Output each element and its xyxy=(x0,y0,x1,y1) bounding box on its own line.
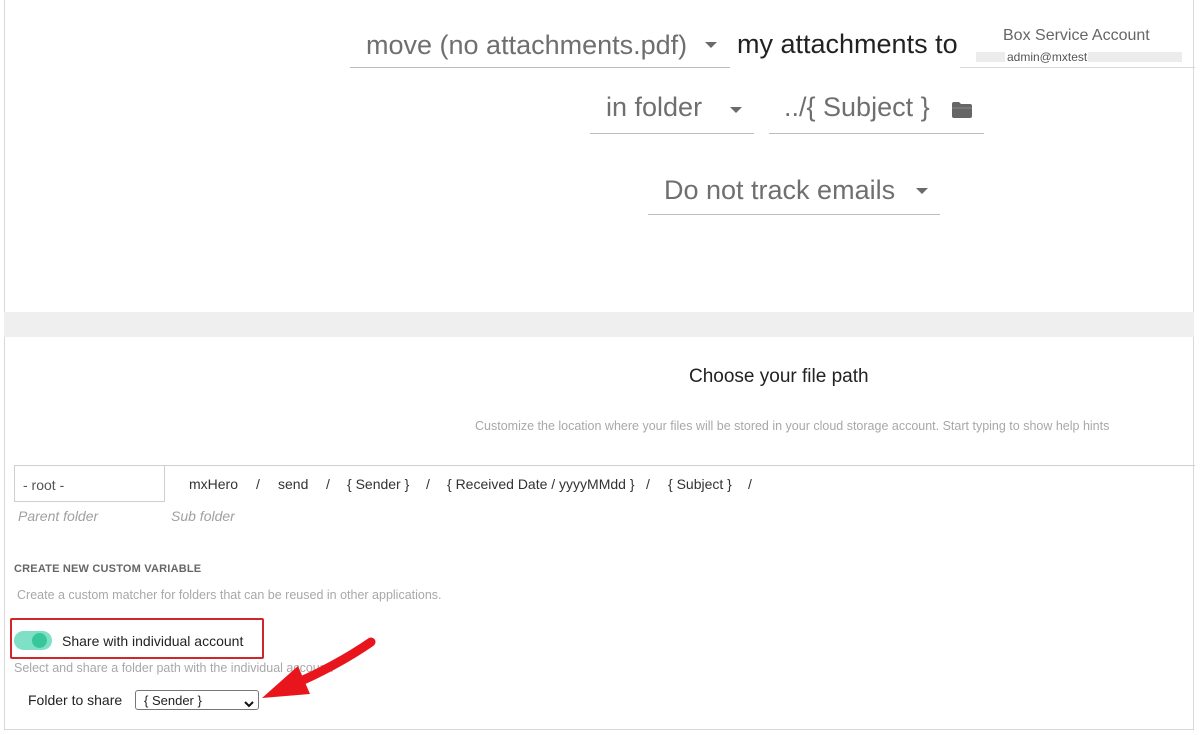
caret-down-icon xyxy=(730,107,742,113)
folder-to-share-label: Folder to share xyxy=(28,692,123,708)
sub-folder-label: Sub folder xyxy=(171,508,235,524)
chevron-down-icon xyxy=(244,696,254,711)
file-path-hint: Customize the location where your files … xyxy=(475,419,1110,433)
arrow-pointer-icon xyxy=(262,637,376,698)
path-separator: / xyxy=(426,476,430,492)
account-email: admin@mxtest- xyxy=(1007,50,1092,64)
custom-variable-title: CREATE NEW CUSTOM VARIABLE xyxy=(14,563,202,575)
folder-to-share-select[interactable]: { Sender } xyxy=(135,690,259,710)
path-separator: / xyxy=(326,476,330,492)
connector-text: my attachments to xyxy=(737,29,958,59)
account-selector[interactable]: Box Service Account admin@mxtest- xyxy=(960,24,1195,68)
folder-icon[interactable] xyxy=(951,101,973,124)
account-email-redaction-right xyxy=(1088,52,1182,62)
path-segment-mxhero[interactable]: mxHero xyxy=(189,476,238,492)
path-separator: / xyxy=(256,476,260,492)
folder-mode-select[interactable]: in folder xyxy=(590,90,754,134)
path-separator: / xyxy=(748,476,752,492)
parent-folder-label: Parent folder xyxy=(18,508,99,524)
path-segment-subject[interactable]: { Subject } xyxy=(668,476,732,492)
path-separator: / xyxy=(646,476,650,492)
caret-down-icon xyxy=(705,42,717,48)
folder-path-field[interactable]: ../{ Subject } xyxy=(769,90,984,134)
tracking-select-value: Do not track emails xyxy=(664,175,896,205)
account-name: Box Service Account xyxy=(1003,27,1150,44)
path-segment-sender[interactable]: { Sender } xyxy=(347,476,409,492)
section-divider xyxy=(4,312,1194,337)
share-toggle-knob xyxy=(32,633,47,648)
folder-mode-value: in folder xyxy=(606,92,703,122)
parent-folder-value: - root - xyxy=(23,477,65,493)
tracking-select[interactable]: Do not track emails xyxy=(648,170,940,215)
custom-variable-description: Create a custom matcher for folders that… xyxy=(17,588,442,602)
action-select-value: move (no attachments.pdf) xyxy=(366,30,688,60)
path-segment-send[interactable]: send xyxy=(278,476,308,492)
file-path-heading: Choose your file path xyxy=(689,366,869,387)
path-segment-received-date[interactable]: { Received Date / yyyyMMdd } xyxy=(447,476,635,492)
action-select[interactable]: move (no attachments.pdf) xyxy=(350,24,730,68)
parent-folder-field[interactable]: - root - xyxy=(14,465,165,502)
folder-path-value: ../{ Subject } xyxy=(784,92,930,122)
folder-to-share-value: { Sender } xyxy=(144,693,202,708)
share-toggle-label: Share with individual account xyxy=(62,633,244,649)
caret-down-icon xyxy=(916,188,928,194)
account-email-redaction-left xyxy=(976,52,1005,62)
